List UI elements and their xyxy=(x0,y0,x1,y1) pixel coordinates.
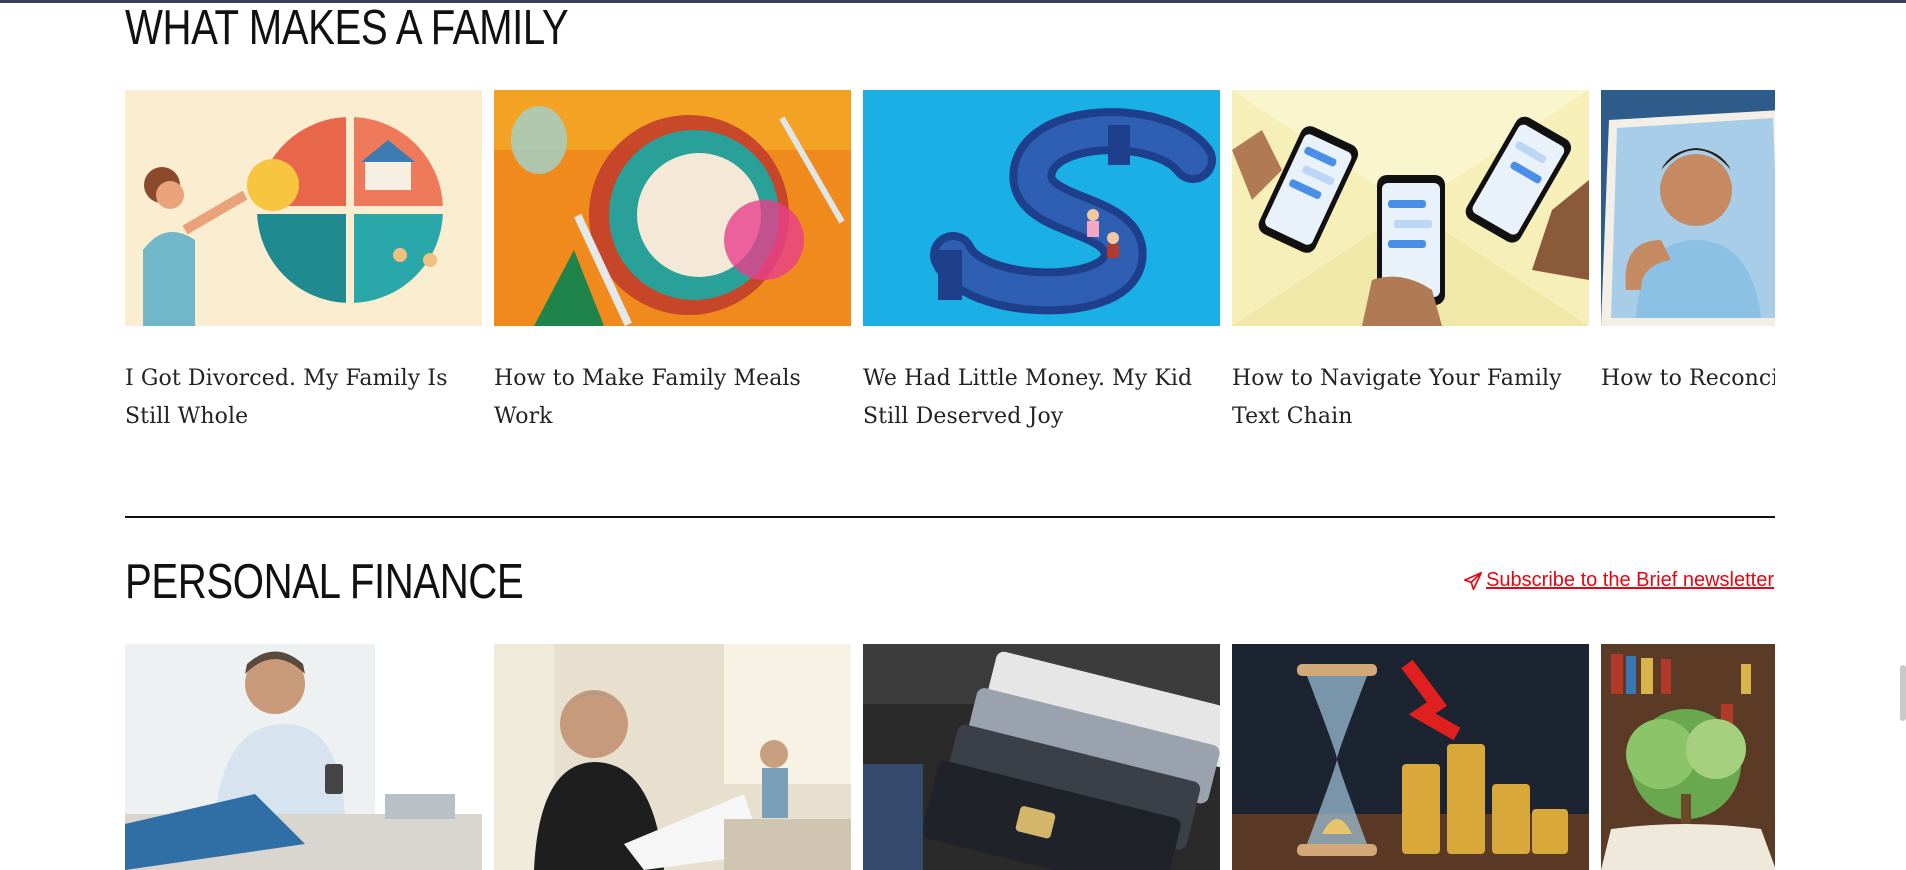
article-card[interactable]: How to Navigate Your Family Text Chain xyxy=(1232,90,1589,436)
family-puzzle-illustration xyxy=(125,90,482,326)
article-title[interactable]: I Got Divorced. My Family Is Still Whole xyxy=(125,360,482,436)
article-title[interactable]: How to Make Family Meals Work xyxy=(494,360,851,436)
article-thumbnail[interactable] xyxy=(125,644,482,870)
article-thumbnail[interactable] xyxy=(1232,644,1589,870)
article-thumbnail[interactable] xyxy=(494,644,851,870)
money-tree-book-photo xyxy=(1601,644,1775,870)
article-thumbnail[interactable] xyxy=(1232,90,1589,326)
article-card[interactable]: How to Make Family Meals Work xyxy=(494,90,851,436)
article-thumbnail[interactable] xyxy=(125,90,482,326)
article-thumbnail[interactable] xyxy=(494,90,851,326)
article-title[interactable]: We Had Little Money. My Kid Still Deserv… xyxy=(863,360,1220,436)
page-scrollbar-thumb[interactable] xyxy=(1900,665,1906,721)
article-card[interactable] xyxy=(494,644,851,870)
article-card[interactable]: How to Reconcile with Estranged Relative… xyxy=(1601,90,1775,398)
subscribe-label[interactable]: Subscribe to the Brief newsletter xyxy=(1486,569,1774,592)
article-title[interactable]: How to Navigate Your Family Text Chain xyxy=(1232,360,1589,436)
paper-plane-icon xyxy=(1464,571,1483,590)
section-divider xyxy=(125,516,1775,518)
subscribe-newsletter-link[interactable]: Subscribe to the Brief newsletter xyxy=(1462,569,1774,592)
man-relaxing-with-phone-photo xyxy=(125,644,482,870)
article-card[interactable] xyxy=(1232,644,1589,870)
credit-cards-photo xyxy=(863,644,1220,870)
section-heading-family: WHAT MAKES A FAMILY xyxy=(125,1,569,55)
article-thumbnail[interactable] xyxy=(1601,644,1775,870)
section-heading-finance: PERSONAL FINANCE xyxy=(125,555,524,609)
article-thumbnail[interactable] xyxy=(1601,90,1775,326)
article-card[interactable]: I Got Divorced. My Family Is Still Whole xyxy=(125,90,482,436)
estranged-relative-illustration xyxy=(1601,90,1775,326)
article-title[interactable]: How to Reconcile with Estranged Relative… xyxy=(1601,360,1775,398)
hourglass-coins-photo xyxy=(1232,644,1589,870)
article-thumbnail[interactable] xyxy=(863,644,1220,870)
article-card[interactable]: We Had Little Money. My Kid Still Deserv… xyxy=(863,90,1220,436)
finance-carousel xyxy=(125,644,1775,870)
article-thumbnail[interactable] xyxy=(863,90,1220,326)
man-reading-bills-photo xyxy=(494,644,851,870)
article-card[interactable] xyxy=(125,644,482,870)
family-carousel: I Got Divorced. My Family Is Still Whole… xyxy=(125,90,1775,450)
dollar-sign-illustration xyxy=(863,90,1220,326)
article-card[interactable] xyxy=(863,644,1220,870)
article-card[interactable] xyxy=(1601,644,1775,870)
family-meal-illustration xyxy=(494,90,851,326)
phones-text-chain-illustration xyxy=(1232,90,1589,326)
